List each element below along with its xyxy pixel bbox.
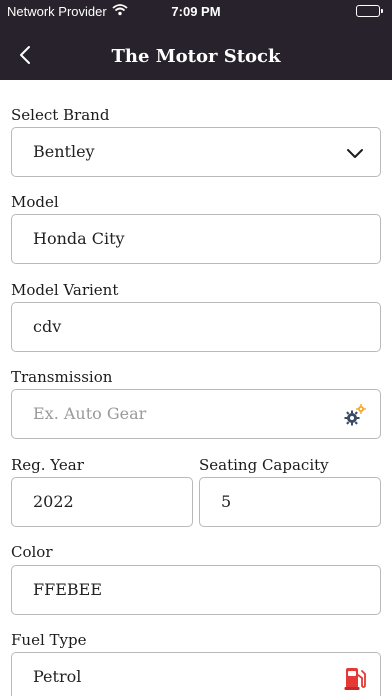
page-title: The Motor Stock [111, 46, 281, 67]
reg-year-value: 2022 [33, 492, 74, 511]
model-input[interactable]: Honda City [11, 214, 381, 264]
variant-input[interactable]: cdv [11, 302, 381, 352]
fuel-label: Fuel Type [11, 631, 87, 649]
reg-year-input[interactable]: 2022 [11, 477, 193, 527]
status-bar: Network Provider 7:09 PM [0, 0, 392, 24]
color-label: Color [11, 543, 53, 561]
variant-value: cdv [33, 317, 62, 336]
nav-bar: The Motor Stock [0, 36, 392, 80]
transmission-placeholder: Ex. Auto Gear [33, 404, 147, 423]
fuel-select[interactable]: Petrol [11, 652, 381, 696]
color-value: FFEBEE [33, 580, 102, 599]
seating-input[interactable]: 5 [199, 477, 381, 527]
brand-select[interactable]: Bentley [11, 127, 381, 177]
chevron-down-icon [342, 140, 368, 166]
battery-icon [356, 5, 383, 17]
model-label: Model [11, 193, 59, 211]
fuel-value: Petrol [33, 667, 82, 686]
app-header: Network Provider 7:09 PM The Motor Stock [0, 0, 392, 80]
variant-label: Model Varient [11, 281, 119, 299]
fuel-pump-icon [342, 665, 368, 691]
seating-label: Seating Capacity [199, 456, 329, 474]
brand-label: Select Brand [11, 106, 110, 124]
transmission-label: Transmission [11, 368, 113, 386]
brand-value: Bentley [33, 142, 95, 161]
reg-year-label: Reg. Year [11, 456, 84, 474]
gears-icon [342, 402, 368, 428]
model-value: Honda City [33, 229, 125, 248]
color-input[interactable]: FFEBEE [11, 565, 381, 615]
seating-value: 5 [221, 492, 232, 511]
status-time: 7:09 PM [171, 4, 221, 19]
transmission-input[interactable]: Ex. Auto Gear [11, 389, 381, 439]
